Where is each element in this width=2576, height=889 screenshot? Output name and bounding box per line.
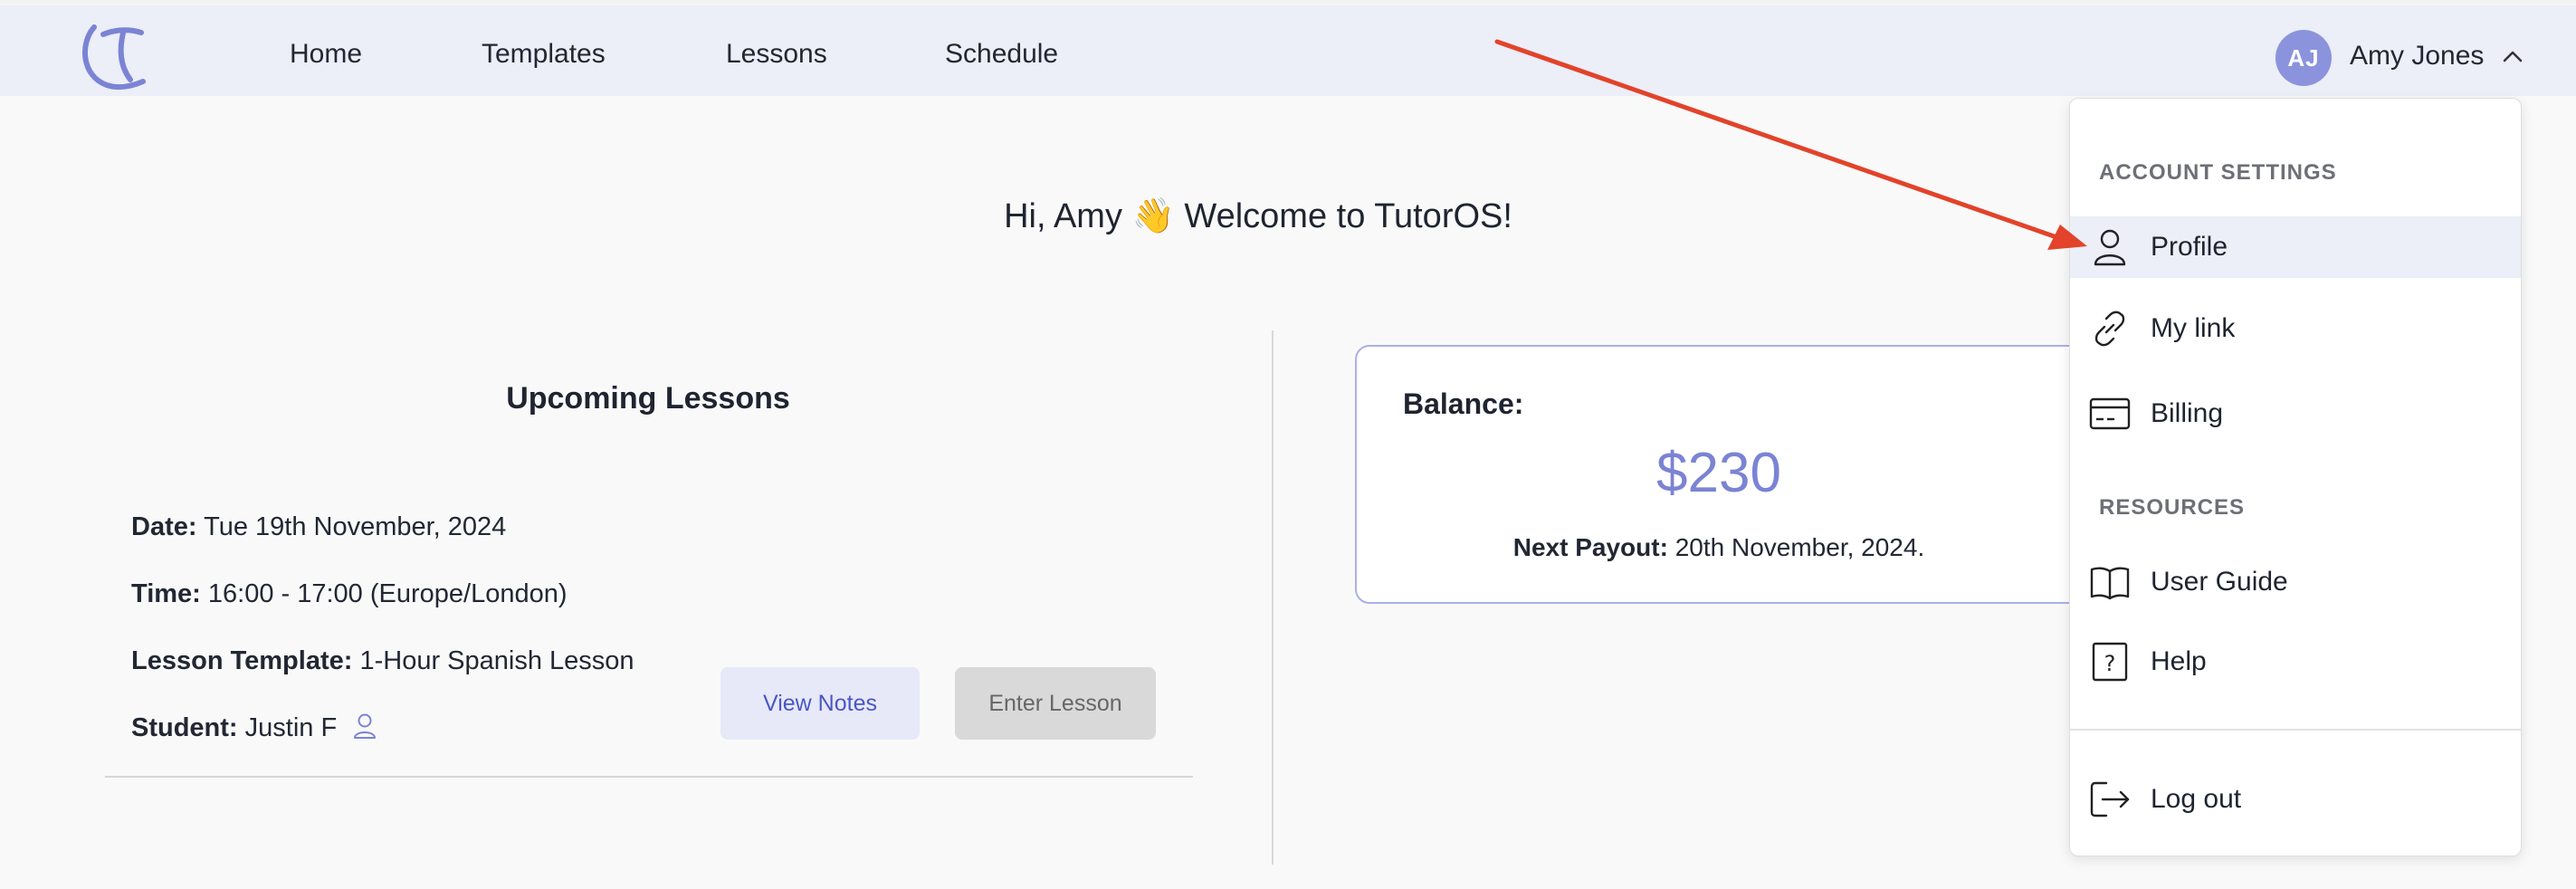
balance-amount: $230 bbox=[1656, 442, 1781, 504]
tutoros-logo-icon[interactable] bbox=[76, 18, 157, 94]
lesson-divider bbox=[105, 776, 1193, 778]
menu-item-help[interactable]: ? Help bbox=[2070, 631, 2521, 693]
menu-item-label: Billing bbox=[2151, 398, 2224, 428]
link-icon bbox=[2094, 311, 2125, 347]
upcoming-lessons-title: Upcoming Lessons bbox=[506, 381, 790, 416]
view-notes-button[interactable]: View Notes bbox=[720, 667, 920, 740]
lesson-time-value: 16:00 - 17:00 (Europe/London) bbox=[207, 579, 568, 608]
account-settings-heading: ACCOUNT SETTINGS bbox=[2099, 160, 2337, 185]
lesson-student-label: Student: bbox=[131, 713, 238, 742]
user-menu-name[interactable]: Amy Jones bbox=[2350, 38, 2484, 74]
menu-item-user-guide[interactable]: User Guide bbox=[2070, 551, 2521, 613]
top-navigation-bar: Home Templates Lessons Schedule AJ Amy J… bbox=[0, 5, 2576, 96]
user-icon bbox=[2094, 229, 2126, 266]
menu-item-label: My link bbox=[2151, 313, 2236, 343]
book-icon bbox=[2090, 567, 2130, 600]
lesson-time-label: Time: bbox=[131, 579, 201, 608]
logout-icon bbox=[2090, 781, 2130, 817]
lesson-student: Student: Justin F bbox=[131, 710, 377, 746]
nav-home[interactable]: Home bbox=[290, 36, 362, 72]
menu-item-profile[interactable]: Profile bbox=[2070, 216, 2521, 278]
menu-item-label: Profile bbox=[2151, 232, 2228, 262]
next-payout-label: Next Payout: bbox=[1512, 533, 1668, 561]
user-icon[interactable] bbox=[353, 712, 377, 740]
next-payout: Next Payout: 20th November, 2024. bbox=[1357, 531, 2081, 565]
resources-heading: RESOURCES bbox=[2099, 495, 2246, 520]
lesson-date-value: Tue 19th November, 2024 bbox=[204, 512, 507, 541]
menu-item-label: User Guide bbox=[2151, 567, 2288, 597]
lesson-date-label: Date: bbox=[131, 512, 197, 541]
next-payout-value: 20th November, 2024. bbox=[1674, 533, 1925, 561]
menu-item-my-link[interactable]: My link bbox=[2070, 298, 2521, 359]
menu-item-label: Help bbox=[2151, 646, 2207, 676]
lesson-date: Date: Tue 19th November, 2024 bbox=[131, 509, 506, 545]
lesson-template-value: 1-Hour Spanish Lesson bbox=[359, 646, 634, 675]
enter-lesson-button[interactable]: Enter Lesson bbox=[955, 667, 1156, 740]
nav-templates[interactable]: Templates bbox=[482, 36, 606, 72]
chevron-up-icon[interactable] bbox=[2502, 49, 2524, 63]
credit-card-icon bbox=[2089, 397, 2131, 430]
lesson-template: Lesson Template: 1-Hour Spanish Lesson bbox=[131, 643, 634, 679]
lesson-template-label: Lesson Template: bbox=[131, 646, 353, 675]
user-dropdown-menu: ACCOUNT SETTINGS Profile My link Billing… bbox=[2069, 98, 2522, 856]
lesson-student-value: Justin F bbox=[244, 713, 338, 742]
user-avatar[interactable]: AJ bbox=[2275, 30, 2332, 86]
column-divider bbox=[1272, 330, 1274, 865]
menu-separator bbox=[2070, 729, 2521, 731]
nav-lessons[interactable]: Lessons bbox=[726, 36, 827, 72]
help-icon: ? bbox=[2092, 642, 2128, 682]
menu-item-log-out[interactable]: Log out bbox=[2070, 769, 2521, 830]
balance-label: Balance: bbox=[1403, 387, 1524, 420]
nav-schedule[interactable]: Schedule bbox=[945, 36, 1058, 72]
menu-item-billing[interactable]: Billing bbox=[2070, 383, 2521, 444]
menu-item-label: Log out bbox=[2151, 784, 2242, 814]
svg-text:?: ? bbox=[2104, 651, 2116, 676]
balance-card: Balance: $230 Next Payout: 20th November… bbox=[1355, 345, 2170, 604]
lesson-time: Time: 16:00 - 17:00 (Europe/London) bbox=[131, 576, 568, 612]
